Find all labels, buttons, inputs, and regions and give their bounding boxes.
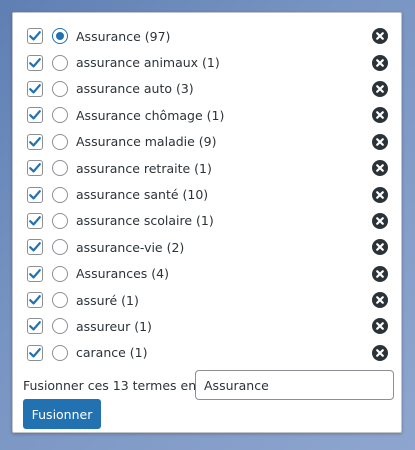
term-checkbox[interactable] <box>27 28 43 45</box>
term-primary-radio[interactable] <box>52 80 68 97</box>
term-checkbox[interactable] <box>27 160 43 177</box>
remove-term-button[interactable] <box>372 212 388 229</box>
term-primary-radio[interactable] <box>52 318 68 335</box>
checkmark-icon <box>29 31 41 41</box>
term-primary-radio[interactable] <box>52 212 68 229</box>
term-primary-radio[interactable] <box>52 344 68 361</box>
remove-term-button[interactable] <box>372 160 388 177</box>
checkmark-icon <box>29 347 41 358</box>
term-checkbox[interactable] <box>27 107 43 124</box>
term-primary-radio[interactable] <box>52 265 68 282</box>
checkmark-icon <box>29 321 41 331</box>
checkmark-icon <box>29 189 41 200</box>
term-label: assureur (1) <box>76 318 152 334</box>
checkmark-icon <box>29 136 41 147</box>
term-primary-radio[interactable] <box>52 133 68 150</box>
close-circle-icon <box>376 58 384 67</box>
term-primary-radio[interactable] <box>52 239 68 256</box>
term-row: carance (1) <box>13 340 401 366</box>
merge-row: Fusionner ces 13 termes en <box>23 370 394 400</box>
term-label: assurance animaux (1) <box>76 55 220 71</box>
term-label: assurance santé (10) <box>76 187 209 203</box>
remove-term-button[interactable] <box>372 107 388 124</box>
remove-term-button[interactable] <box>372 265 388 282</box>
close-circle-icon <box>376 32 384 41</box>
term-checkbox[interactable] <box>27 292 43 309</box>
term-row: assurance animaux (1) <box>13 49 401 75</box>
term-label: carance (1) <box>76 345 148 361</box>
remove-term-button[interactable] <box>372 186 388 203</box>
term-checkbox[interactable] <box>27 318 43 335</box>
term-primary-radio[interactable] <box>52 186 68 203</box>
term-label: assuré (1) <box>76 292 139 308</box>
term-primary-radio[interactable] <box>52 54 68 71</box>
term-row: Assurance chômage (1) <box>13 102 401 128</box>
close-circle-icon <box>376 190 384 199</box>
close-circle-icon <box>376 322 384 331</box>
term-row: assurance retraite (1) <box>13 155 401 181</box>
close-circle-icon <box>376 85 384 93</box>
term-label: assurance auto (3) <box>76 81 194 97</box>
term-row: assuré (1) <box>13 287 401 313</box>
term-checkbox[interactable] <box>27 186 43 203</box>
radio-dot <box>56 32 64 41</box>
term-primary-radio[interactable] <box>52 28 68 45</box>
term-checkbox[interactable] <box>27 265 43 282</box>
checkmark-icon <box>29 216 41 226</box>
merge-target-input[interactable] <box>195 370 394 400</box>
term-row: assurance santé (10) <box>13 181 401 207</box>
term-row: assurance scolaire (1) <box>13 208 401 234</box>
remove-term-button[interactable] <box>372 318 388 335</box>
remove-term-button[interactable] <box>372 239 388 256</box>
term-label: assurance retraite (1) <box>76 160 212 176</box>
term-checkbox[interactable] <box>27 54 43 71</box>
remove-term-button[interactable] <box>372 80 388 97</box>
term-checkbox[interactable] <box>27 80 43 97</box>
merge-label: Fusionner ces 13 termes en <box>23 378 197 393</box>
close-circle-icon <box>376 243 384 252</box>
term-checkbox[interactable] <box>27 344 43 361</box>
close-circle-icon <box>376 349 384 357</box>
term-row: Assurances (4) <box>13 261 401 287</box>
close-circle-icon <box>376 111 384 120</box>
checkmark-icon <box>29 84 41 94</box>
term-checkbox[interactable] <box>27 212 43 229</box>
term-row: assurance-vie (2) <box>13 234 401 260</box>
close-circle-icon <box>376 164 384 172</box>
term-label: assurance scolaire (1) <box>76 213 214 229</box>
remove-term-button[interactable] <box>372 292 388 309</box>
term-label: Assurance chômage (1) <box>76 107 225 123</box>
term-primary-radio[interactable] <box>52 107 68 124</box>
term-row: Assurance (97) <box>13 23 401 49</box>
term-row: assurance auto (3) <box>13 76 401 102</box>
term-row: Assurance maladie (9) <box>13 129 401 155</box>
term-label: assurance-vie (2) <box>76 239 185 255</box>
term-primary-radio[interactable] <box>52 160 68 177</box>
checkmark-icon <box>29 242 41 252</box>
term-label: Assurance maladie (9) <box>76 134 217 150</box>
merge-button[interactable]: Fusionner <box>23 399 101 429</box>
merge-terms-panel: Assurance (97) assurance animaux (1) assur… <box>12 12 402 433</box>
checkmark-icon <box>29 268 41 279</box>
checkmark-icon <box>29 110 41 120</box>
term-checkbox[interactable] <box>27 133 43 150</box>
term-primary-radio[interactable] <box>52 292 68 309</box>
term-label: Assurances (4) <box>76 266 169 282</box>
close-circle-icon <box>376 137 384 146</box>
checkmark-icon <box>29 57 41 68</box>
term-list: Assurance (97) assurance animaux (1) assur… <box>13 23 401 366</box>
term-label: Assurance (97) <box>76 28 171 44</box>
checkmark-icon <box>29 163 41 173</box>
close-circle-icon <box>376 217 384 225</box>
remove-term-button[interactable] <box>372 344 388 361</box>
remove-term-button[interactable] <box>372 133 388 150</box>
term-row: assureur (1) <box>13 313 401 339</box>
close-circle-icon <box>376 296 384 304</box>
remove-term-button[interactable] <box>372 54 388 71</box>
remove-term-button[interactable] <box>372 28 388 45</box>
term-checkbox[interactable] <box>27 239 43 256</box>
checkmark-icon <box>29 295 41 305</box>
close-circle-icon <box>376 269 384 278</box>
